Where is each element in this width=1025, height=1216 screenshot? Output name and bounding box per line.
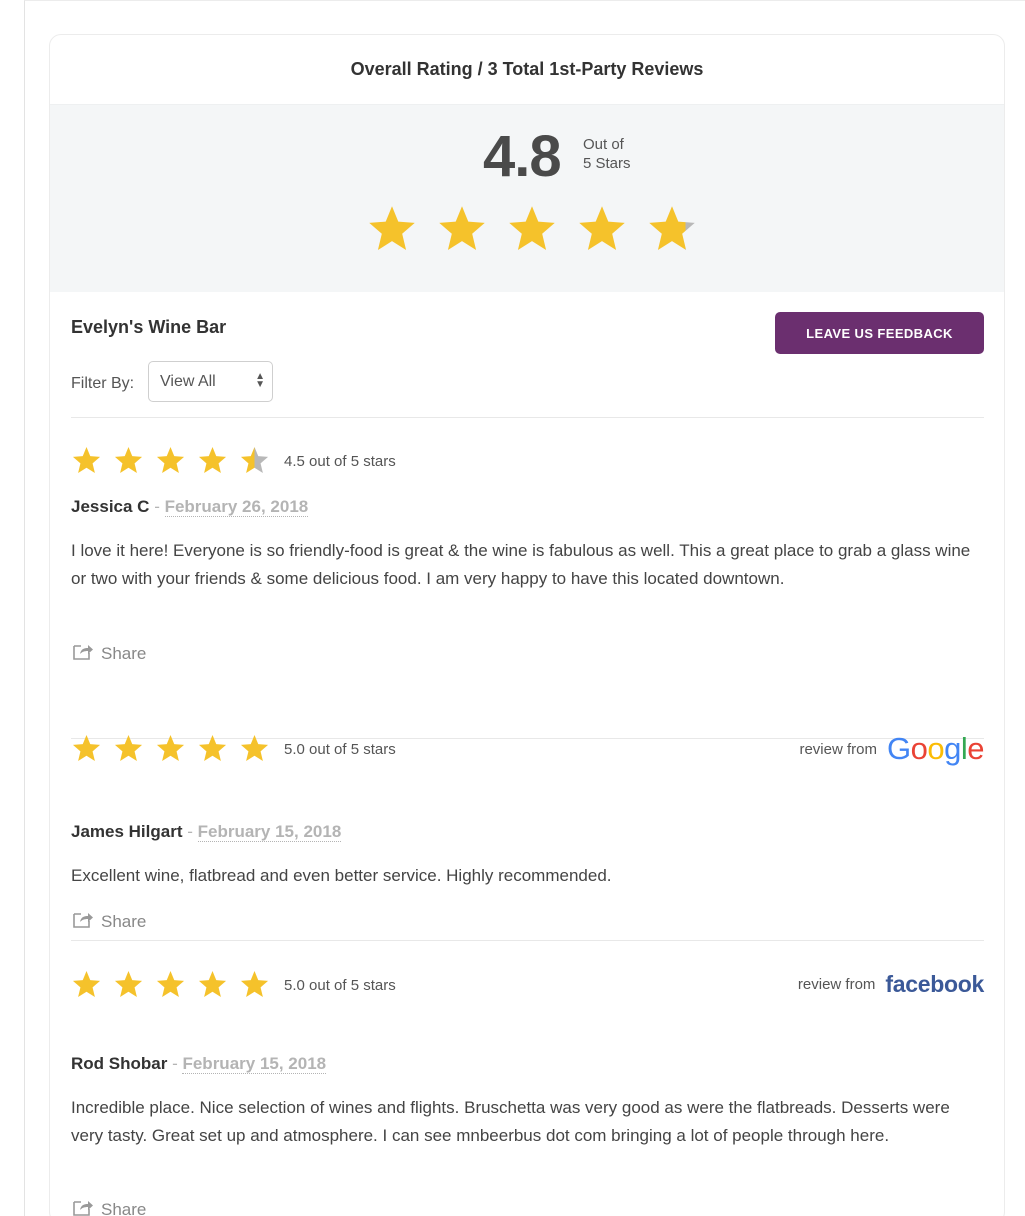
reviewer-line: Jessica C - February 26, 2018 bbox=[71, 497, 309, 517]
review-date[interactable]: February 26, 2018 bbox=[164, 497, 309, 517]
star-icon bbox=[156, 446, 185, 474]
separator: - bbox=[172, 1054, 183, 1073]
share-link[interactable]: Share bbox=[71, 641, 146, 666]
star-icon bbox=[114, 970, 143, 998]
leave-feedback-button[interactable]: LEAVE US FEEDBACK bbox=[775, 312, 984, 354]
overall-score: 4.8 bbox=[483, 124, 562, 189]
business-name: Evelyn's Wine Bar bbox=[71, 317, 227, 337]
star-icon bbox=[156, 970, 185, 998]
review-rating-text: 4.5 out of 5 stars bbox=[284, 453, 396, 470]
star-icon bbox=[240, 446, 269, 474]
review-source: review from Google bbox=[799, 731, 984, 767]
star-icon bbox=[240, 970, 269, 998]
share-link[interactable]: Share bbox=[71, 1197, 146, 1216]
star-icon bbox=[198, 446, 227, 474]
review-stars bbox=[71, 969, 270, 1000]
business-bar: Evelyn's Wine Bar LEAVE US FEEDBACK Filt… bbox=[50, 292, 1004, 418]
star-icon bbox=[579, 206, 625, 251]
star-icon bbox=[198, 970, 227, 998]
reviews-widget: Overall Rating / 3 Total 1st-Party Revie… bbox=[49, 34, 1005, 1216]
review-rating-text: 5.0 out of 5 stars bbox=[284, 977, 396, 994]
review-stars bbox=[71, 733, 270, 764]
review-text: I love it here! Everyone is so friendly-… bbox=[71, 541, 971, 588]
share-label: Share bbox=[101, 643, 147, 663]
review-rating-text: 5.0 out of 5 stars bbox=[284, 741, 396, 758]
rating-summary: 4.8 Out of 5 Stars bbox=[50, 105, 1004, 292]
reviewer-name: Jessica C bbox=[71, 497, 150, 516]
separator: - bbox=[154, 497, 165, 516]
review-item: 4.5 out of 5 stars Jessica C - February … bbox=[50, 418, 1004, 739]
score-scale-line2: 5 Stars bbox=[583, 155, 631, 172]
review-text: Incredible place. Nice selection of wine… bbox=[71, 1098, 950, 1145]
star-icon bbox=[439, 206, 485, 251]
star-icon bbox=[509, 206, 555, 251]
widget-title: Overall Rating / 3 Total 1st-Party Revie… bbox=[50, 35, 1004, 105]
reviewer-name: Rod Shobar bbox=[71, 1054, 168, 1073]
star-icon bbox=[114, 446, 143, 474]
review-date[interactable]: February 15, 2018 bbox=[182, 1054, 327, 1074]
score-scale: Out of 5 Stars bbox=[583, 135, 631, 173]
star-icon bbox=[72, 446, 101, 474]
review-source: review from facebook bbox=[798, 971, 984, 998]
google-logo: Google bbox=[886, 731, 985, 766]
share-label: Share bbox=[101, 911, 147, 931]
share-icon bbox=[71, 641, 95, 666]
share-label: Share bbox=[101, 1199, 147, 1216]
review-stars bbox=[71, 445, 270, 476]
review-item: 5.0 out of 5 stars review from facebook … bbox=[50, 941, 1004, 1216]
reviewer-name: James Hilgart bbox=[71, 822, 183, 841]
filter-select[interactable]: View All ▲ ▼ bbox=[148, 361, 273, 402]
reviewer-line: Rod Shobar - February 15, 2018 bbox=[71, 1054, 327, 1074]
share-link[interactable]: Share bbox=[71, 909, 146, 934]
star-icon bbox=[72, 970, 101, 998]
review-source-label: review from bbox=[799, 740, 877, 758]
filter-label: Filter By: bbox=[71, 375, 135, 392]
review-source-label: review from bbox=[797, 976, 876, 993]
facebook-logo: facebook bbox=[885, 971, 984, 997]
review-item: 5.0 out of 5 stars review from Google Ja… bbox=[50, 705, 1004, 941]
star-icon bbox=[72, 734, 101, 762]
filter-select-value: View All bbox=[160, 372, 216, 390]
star-icon bbox=[369, 206, 415, 251]
star-icon bbox=[156, 734, 185, 762]
overall-stars bbox=[366, 203, 698, 255]
star-icon bbox=[649, 206, 695, 251]
star-icon bbox=[240, 734, 269, 762]
reviewer-line: James Hilgart - February 15, 2018 bbox=[71, 822, 342, 842]
share-icon bbox=[71, 1197, 95, 1216]
score-scale-line1: Out of bbox=[583, 136, 624, 153]
star-icon bbox=[198, 734, 227, 762]
star-icon bbox=[114, 734, 143, 762]
review-date[interactable]: February 15, 2018 bbox=[197, 822, 342, 842]
select-arrows-icon: ▲ ▼ bbox=[255, 371, 265, 390]
separator: - bbox=[187, 822, 198, 841]
review-text: Excellent wine, flatbread and even bette… bbox=[71, 866, 612, 885]
share-icon bbox=[71, 909, 95, 934]
